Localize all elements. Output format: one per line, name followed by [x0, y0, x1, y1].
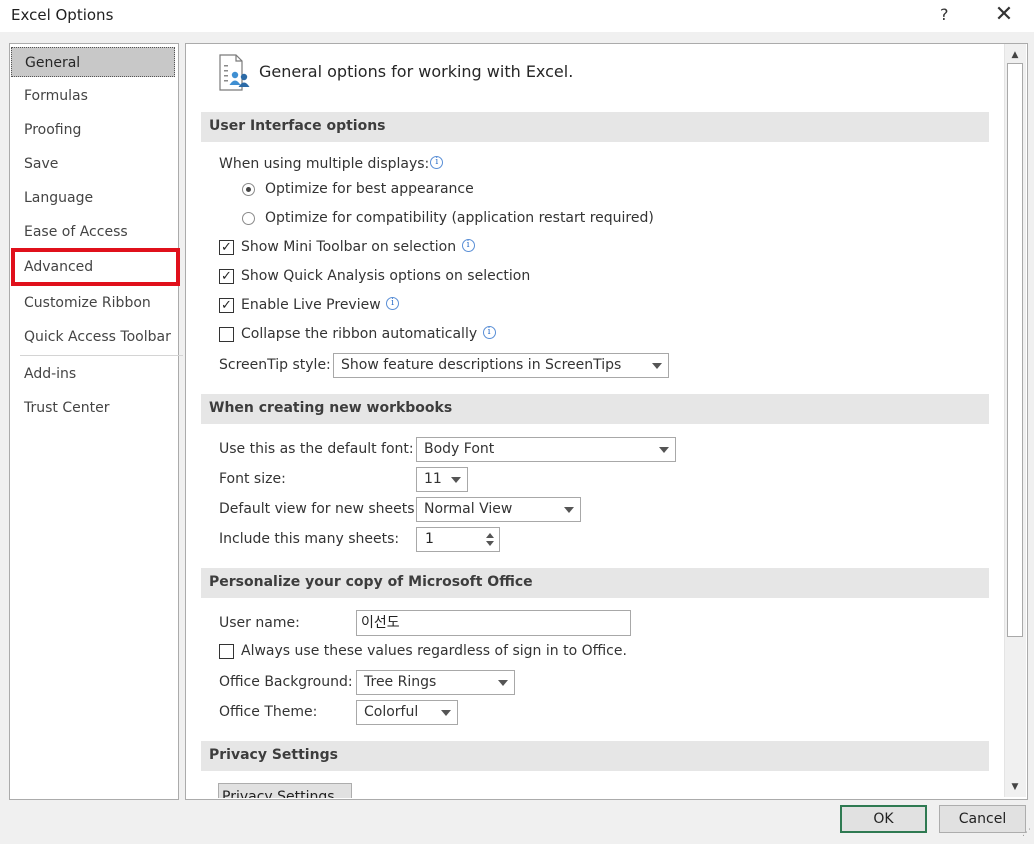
info-icon: i — [430, 156, 444, 169]
checkbox-quick-analysis[interactable]: ✓ — [219, 269, 234, 284]
checkbox-always-use-values[interactable] — [219, 644, 234, 659]
office-theme-label: Office Theme: — [219, 704, 318, 720]
help-button[interactable]: ? — [940, 5, 949, 24]
sheet-count-spinner[interactable]: 1 — [416, 527, 500, 552]
checkbox-live-preview[interactable]: ✓ — [219, 298, 234, 313]
live-preview-text: Enable Live Preview — [241, 297, 381, 313]
cancel-button[interactable]: Cancel — [939, 805, 1026, 833]
section-heading-personalize: Personalize your copy of Microsoft Offic… — [201, 568, 989, 598]
privacy-settings-button[interactable]: Privacy Settings... — [218, 783, 352, 798]
always-use-values-label[interactable]: Always use these values regardless of si… — [241, 643, 627, 659]
sidebar-divider — [20, 355, 183, 356]
sidebar-item-proofing[interactable]: Proofing — [11, 115, 175, 145]
sidebar-item-trust-center[interactable]: Trust Center — [11, 393, 175, 423]
office-theme-value: Colorful — [364, 704, 419, 720]
collapse-ribbon-label[interactable]: Collapse the ribbon automatically i — [241, 326, 496, 342]
collapse-ribbon-text: Collapse the ribbon automatically — [241, 326, 478, 342]
office-background-value: Tree Rings — [364, 674, 437, 690]
radio-best-appearance[interactable] — [242, 183, 255, 196]
multiple-displays-label: When using multiple displays: i — [219, 156, 444, 172]
default-font-label: Use this as the default font: — [219, 441, 414, 457]
user-name-label: User name: — [219, 615, 300, 631]
checkbox-collapse-ribbon[interactable] — [219, 327, 234, 342]
default-font-dropdown[interactable]: Body Font — [416, 437, 676, 462]
info-icon: i — [461, 239, 475, 252]
chevron-down-icon — [659, 447, 669, 453]
window-title: Excel Options — [11, 6, 114, 24]
page-title: General options for working with Excel. — [259, 62, 574, 81]
screentip-style-label: ScreenTip style: — [219, 357, 331, 373]
sheet-count-label: Include this many sheets: — [219, 531, 400, 547]
sidebar-item-quick-access-toolbar[interactable]: Quick Access Toolbar — [11, 322, 175, 352]
chevron-down-icon — [441, 710, 451, 716]
general-options-icon — [218, 54, 252, 92]
radio-compatibility[interactable] — [242, 212, 255, 225]
sidebar-item-language[interactable]: Language — [11, 183, 175, 213]
title-bar — [0, 0, 1034, 32]
sidebar-item-advanced[interactable]: Advanced — [11, 248, 180, 286]
spin-up-icon[interactable] — [486, 533, 494, 538]
mini-toolbar-label[interactable]: Show Mini Toolbar on selection i — [241, 239, 475, 255]
sheet-count-value: 1 — [425, 531, 434, 547]
radio-best-appearance-label[interactable]: Optimize for best appearance — [265, 181, 474, 197]
section-heading-privacy: Privacy Settings — [201, 741, 989, 771]
sidebar-item-formulas[interactable]: Formulas — [11, 81, 175, 111]
font-size-label: Font size: — [219, 471, 286, 487]
checkbox-mini-toolbar[interactable]: ✓ — [219, 240, 234, 255]
sidebar-item-add-ins[interactable]: Add-ins — [11, 359, 175, 389]
office-background-dropdown[interactable]: Tree Rings — [356, 670, 515, 695]
sidebar-item-ease-of-access[interactable]: Ease of Access — [11, 217, 175, 247]
office-background-label: Office Background: — [219, 674, 353, 690]
office-theme-dropdown[interactable]: Colorful — [356, 700, 458, 725]
scrollbar-thumb[interactable] — [1007, 63, 1023, 637]
resize-grip-icon[interactable]: ⋰ — [1022, 828, 1031, 838]
chevron-down-icon — [564, 507, 574, 513]
section-heading-ui-options: User Interface options — [201, 112, 989, 142]
screentip-style-dropdown[interactable]: Show feature descriptions in ScreenTips — [333, 353, 669, 378]
scroll-down-icon[interactable]: ▼ — [1006, 778, 1024, 796]
sidebar-item-save[interactable]: Save — [11, 149, 175, 179]
mini-toolbar-text: Show Mini Toolbar on selection — [241, 239, 457, 255]
privacy-button-clip: Privacy Settings... — [186, 782, 1004, 798]
user-name-input[interactable]: 이선도 — [356, 610, 631, 636]
spin-down-icon[interactable] — [486, 541, 494, 546]
default-view-value: Normal View — [424, 501, 513, 517]
info-icon: i — [482, 326, 496, 339]
info-icon: i — [386, 297, 400, 310]
default-view-dropdown[interactable]: Normal View — [416, 497, 581, 522]
sidebar-item-customize-ribbon[interactable]: Customize Ribbon — [11, 288, 175, 318]
multiple-displays-text: When using multiple displays: — [219, 156, 430, 172]
sidebar: General Formulas Proofing Save Language … — [9, 43, 183, 800]
default-view-label: Default view for new sheets: — [219, 501, 420, 517]
font-size-value: 11 — [424, 471, 442, 487]
default-font-value: Body Font — [424, 441, 495, 457]
section-heading-new-workbooks: When creating new workbooks — [201, 394, 989, 424]
chevron-down-icon — [498, 680, 508, 686]
close-button[interactable]: ✕ — [992, 2, 1016, 27]
scroll-up-icon[interactable]: ▲ — [1006, 46, 1024, 64]
live-preview-label[interactable]: Enable Live Preview i — [241, 297, 400, 313]
quick-analysis-label[interactable]: Show Quick Analysis options on selection — [241, 268, 530, 284]
chevron-down-icon — [451, 477, 461, 483]
radio-compatibility-label[interactable]: Optimize for compatibility (application … — [265, 210, 654, 226]
font-size-dropdown[interactable]: 11 — [416, 467, 468, 492]
chevron-down-icon — [652, 363, 662, 369]
sidebar-item-general[interactable]: General — [11, 47, 175, 77]
screentip-style-value: Show feature descriptions in ScreenTips — [341, 357, 622, 373]
ok-button[interactable]: OK — [840, 805, 927, 833]
